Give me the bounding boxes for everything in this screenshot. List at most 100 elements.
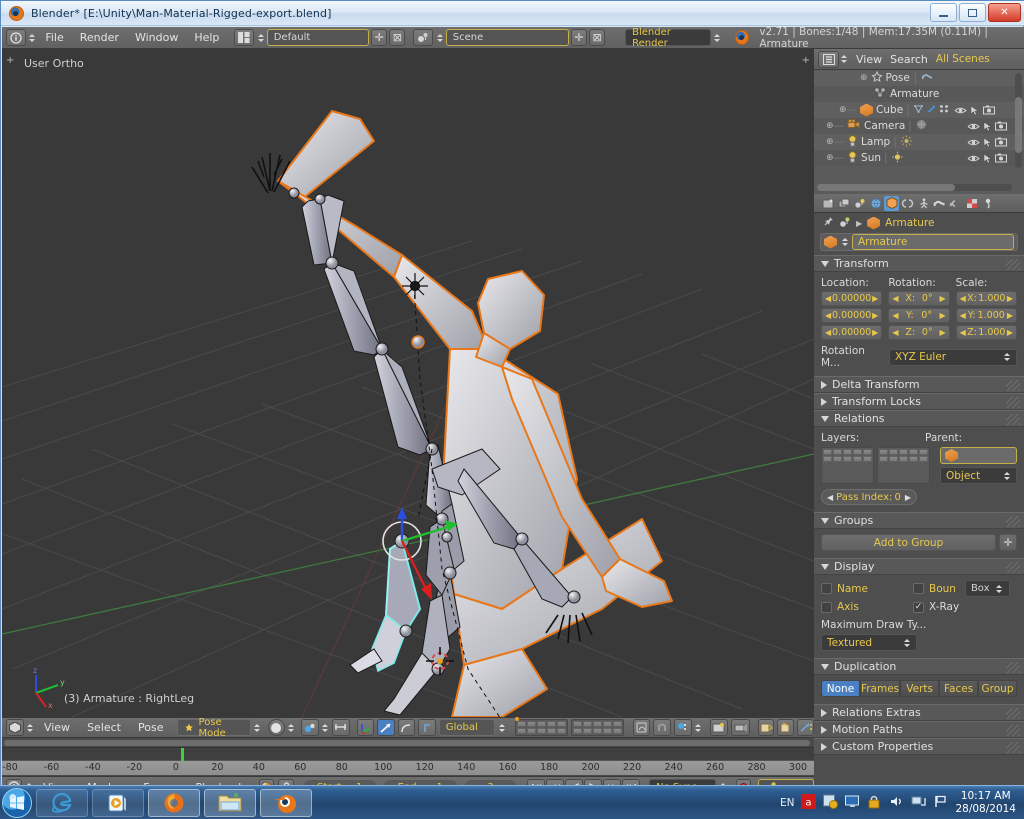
copy-pose-icon[interactable] [757,719,775,736]
object-name-field[interactable]: Armature [852,234,1014,250]
info-editor-icon[interactable] [6,29,26,46]
solid-shading-icon[interactable] [267,719,285,736]
translate-manipulator-icon[interactable] [356,719,375,736]
cursor-icon[interactable] [968,104,982,117]
panel-header-relations[interactable]: Relations [814,410,1024,427]
pivot-spinner[interactable] [322,720,329,735]
outliner-editor-icon[interactable] [818,50,839,68]
bone-constraint-tab[interactable] [948,196,963,211]
location-z-field[interactable]: ◀ 0.00000 ▶ [821,325,883,340]
add-scene-button[interactable]: ✛ [570,29,588,46]
duplication-option-verts[interactable]: Verts [900,680,940,697]
duplication-option-none[interactable]: None [821,680,860,697]
volume-icon[interactable] [889,794,904,812]
panel-header-delta-transform[interactable]: Delta Transform [814,376,1024,393]
scene-name-field[interactable]: Scene [445,29,569,46]
outliner-type-spinner[interactable] [839,52,848,67]
snap-icon[interactable] [331,719,350,736]
expander-icon[interactable]: ⊕ [826,153,834,163]
scale-y-field[interactable]: ◀ Y: 1.000 ▶ [955,308,1017,323]
blender-icon[interactable] [260,788,312,817]
pass-index-field[interactable]: ◀ Pass Index: 0 ▶ [821,489,917,505]
view-editor-type-spinner[interactable] [27,720,34,735]
3d-view-editor-icon[interactable] [6,719,24,736]
scale-manipulator-icon[interactable] [397,719,416,736]
panel-header-motion-paths[interactable]: Motion Paths [814,721,1024,738]
scene-browse-icon[interactable] [413,29,434,46]
outliner-row-armature-data[interactable]: Armature [814,86,1024,102]
security-icon[interactable] [867,794,882,812]
minimize-button[interactable] [930,3,957,22]
object-icon[interactable] [824,235,837,249]
menu-window[interactable]: Window [128,28,185,47]
pin-icon[interactable] [822,215,834,231]
avira-icon[interactable]: a [801,793,817,812]
clock[interactable]: 10:17 AM 28/08/2014 [955,790,1016,816]
display-axis-checkbox[interactable]: Axis [821,601,907,613]
render-engine-dropdown[interactable]: Blender Render [625,27,711,49]
screen-layout-icon[interactable] [234,29,255,46]
parent-object-field[interactable] [940,447,1017,464]
viewmenu-view[interactable]: View [37,718,77,737]
location-x-field[interactable]: ◀ 0.00000 ▶ [821,291,883,306]
eye-icon[interactable] [966,120,980,133]
display-icon[interactable] [845,794,860,812]
panel-header-transform[interactable]: Transform [814,255,1024,272]
timeline-body[interactable] [2,748,814,760]
location-y-field[interactable]: ◀ 0.00000 ▶ [821,308,883,323]
paste-flipped-icon[interactable] [797,719,814,736]
bone-tab[interactable] [932,196,947,211]
display-xray-checkbox[interactable]: ✓ X-Ray [913,601,959,613]
3d-viewport[interactable]: User Ortho (3) Armature : RightLeg z y x… [2,49,814,717]
display-bounds-checkbox[interactable]: Boun [913,583,956,595]
world-tab[interactable] [868,196,883,211]
screen-layout-spinner[interactable] [256,30,264,45]
constraints-tab[interactable] [900,196,915,211]
flag-icon[interactable] [933,794,948,812]
armature-data-tab[interactable] [916,196,931,211]
duplication-option-faces[interactable]: Faces [939,680,979,697]
rotate-manipulator-icon[interactable] [377,719,395,736]
internet-explorer-icon[interactable] [36,788,88,817]
mode-dropdown[interactable]: Pose Mode [177,717,251,739]
layer-widget-1[interactable] [514,717,568,736]
cursor-icon[interactable] [980,136,994,149]
firefox-icon[interactable] [148,788,200,817]
expander-icon[interactable]: ⊕ [860,73,868,83]
outliner-vertical-scrollbar[interactable] [1015,73,1022,168]
camera-icon[interactable] [982,104,996,117]
physics-tab[interactable] [980,196,995,211]
eye-icon[interactable] [954,104,968,117]
rotation-z-field[interactable]: ◀ Z: 0° ▶ [888,325,950,340]
outliner-menu-search[interactable]: Search [890,50,928,69]
proportional-edit-icon[interactable] [632,719,651,736]
transform-orientation-dropdown[interactable]: Global [438,719,496,736]
magnet-icon[interactable] [653,719,671,736]
manipulator-axis-icon[interactable] [418,719,436,736]
camera-icon[interactable] [994,120,1008,133]
viewmenu-pose[interactable]: Pose [131,718,170,737]
scale-x-field[interactable]: ◀ X: 1.000 ▶ [955,291,1017,306]
outliner-row-cube[interactable]: ⊕ — Cube | [814,102,1024,118]
render-tab[interactable] [820,196,835,211]
media-player-icon[interactable] [92,788,144,817]
add-to-group-button[interactable]: Add to Group [821,534,996,551]
delete-scene-button[interactable]: ⊠ [589,29,606,46]
camera-icon[interactable] [994,152,1008,165]
properties-editor[interactable]: ▶ Armature Armature Transform Location: … [814,194,1024,786]
network-icon[interactable] [911,794,927,812]
eye-icon[interactable] [966,152,980,165]
close-button[interactable]: ✕ [988,3,1021,22]
object-tab[interactable] [884,195,899,211]
duplication-option-group[interactable]: Group [978,680,1017,697]
cursor-icon[interactable] [980,120,994,133]
screen-layout-field[interactable]: Default [266,29,370,46]
outliner-row-sun[interactable]: ⊕ — Sun | [814,150,1024,166]
panel-header-display[interactable]: Display [814,558,1024,575]
panel-header-duplication[interactable]: Duplication [814,658,1024,675]
browse-icon[interactable] [839,216,851,231]
render-engine-spinner[interactable] [713,30,721,45]
plus-icon[interactable]: ✛ [999,534,1017,551]
camera-icon[interactable] [994,136,1008,149]
outliner-editor[interactable]: View Search All Scenes ⊕ Pose | Armature… [814,49,1024,194]
